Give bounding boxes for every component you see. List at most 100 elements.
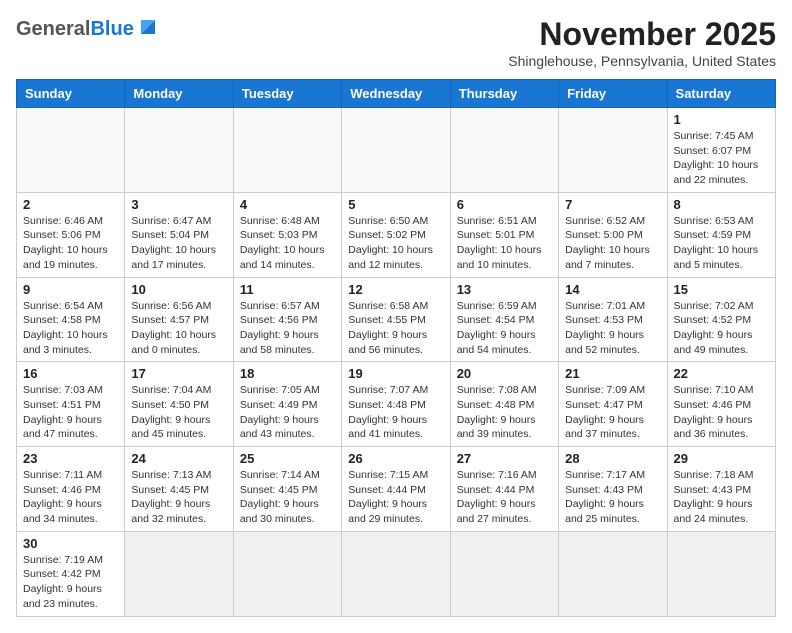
day-header-tuesday: Tuesday	[233, 80, 341, 108]
day-header-saturday: Saturday	[667, 80, 775, 108]
day-info: Sunrise: 6:47 AM Sunset: 5:04 PM Dayligh…	[131, 214, 226, 273]
day-number: 27	[457, 451, 552, 466]
logo-general: General	[16, 18, 90, 41]
calendar-cell: 30Sunrise: 7:19 AM Sunset: 4:42 PM Dayli…	[17, 531, 125, 616]
calendar-header-row: SundayMondayTuesdayWednesdayThursdayFrid…	[17, 80, 776, 108]
calendar-cell	[125, 531, 233, 616]
day-info: Sunrise: 7:08 AM Sunset: 4:48 PM Dayligh…	[457, 383, 552, 442]
calendar-cell: 19Sunrise: 7:07 AM Sunset: 4:48 PM Dayli…	[342, 362, 450, 447]
day-info: Sunrise: 6:48 AM Sunset: 5:03 PM Dayligh…	[240, 214, 335, 273]
day-number: 6	[457, 197, 552, 212]
calendar-cell: 22Sunrise: 7:10 AM Sunset: 4:46 PM Dayli…	[667, 362, 775, 447]
calendar-cell: 5Sunrise: 6:50 AM Sunset: 5:02 PM Daylig…	[342, 192, 450, 277]
day-number: 23	[23, 451, 118, 466]
day-info: Sunrise: 7:13 AM Sunset: 4:45 PM Dayligh…	[131, 468, 226, 527]
day-number: 8	[674, 197, 769, 212]
calendar-cell	[559, 108, 667, 193]
calendar-cell: 11Sunrise: 6:57 AM Sunset: 4:56 PM Dayli…	[233, 277, 341, 362]
day-info: Sunrise: 7:15 AM Sunset: 4:44 PM Dayligh…	[348, 468, 443, 527]
day-info: Sunrise: 7:04 AM Sunset: 4:50 PM Dayligh…	[131, 383, 226, 442]
day-info: Sunrise: 7:01 AM Sunset: 4:53 PM Dayligh…	[565, 299, 660, 358]
day-number: 13	[457, 282, 552, 297]
logo-blue: Blue	[90, 18, 133, 41]
day-info: Sunrise: 7:16 AM Sunset: 4:44 PM Dayligh…	[457, 468, 552, 527]
calendar-cell	[559, 531, 667, 616]
day-number: 5	[348, 197, 443, 212]
day-number: 19	[348, 366, 443, 381]
day-info: Sunrise: 7:17 AM Sunset: 4:43 PM Dayligh…	[565, 468, 660, 527]
calendar-cell: 26 Sunrise: 7:15 AM Sunset: 4:44 PM Dayli…	[342, 447, 450, 532]
calendar-cell	[450, 108, 558, 193]
day-header-friday: Friday	[559, 80, 667, 108]
day-info: Sunrise: 6:52 AM Sunset: 5:00 PM Dayligh…	[565, 214, 660, 273]
day-number: 10	[131, 282, 226, 297]
calendar-cell	[233, 531, 341, 616]
calendar-table: SundayMondayTuesdayWednesdayThursdayFrid…	[16, 79, 776, 617]
calendar-week-0: 1 Sunrise: 7:45 AM Sunset: 6:07 PM Daylig…	[17, 108, 776, 193]
day-number: 12	[348, 282, 443, 297]
day-info: Sunrise: 6:58 AM Sunset: 4:55 PM Dayligh…	[348, 299, 443, 358]
day-number: 7	[565, 197, 660, 212]
day-info: Sunrise: 7:19 AM Sunset: 4:42 PM Dayligh…	[23, 553, 118, 612]
calendar-cell: 20 Sunrise: 7:08 AM Sunset: 4:48 PM Dayli…	[450, 362, 558, 447]
calendar-cell: 15 Sunrise: 7:02 AM Sunset: 4:52 PM Dayli…	[667, 277, 775, 362]
day-info: Sunrise: 7:03 AM Sunset: 4:51 PM Dayligh…	[23, 383, 118, 442]
day-info: Sunrise: 7:05 AM Sunset: 4:49 PM Dayligh…	[240, 383, 335, 442]
calendar-cell: 14 Sunrise: 7:01 AM Sunset: 4:53 PM Dayli…	[559, 277, 667, 362]
day-info: Sunrise: 6:57 AM Sunset: 4:56 PM Dayligh…	[240, 299, 335, 358]
day-number: 20	[457, 366, 552, 381]
day-info: Sunrise: 6:53 AM Sunset: 4:59 PM Dayligh…	[674, 214, 769, 273]
day-header-wednesday: Wednesday	[342, 80, 450, 108]
calendar-week-5: 30Sunrise: 7:19 AM Sunset: 4:42 PM Dayli…	[17, 531, 776, 616]
day-number: 4	[240, 197, 335, 212]
calendar-cell	[125, 108, 233, 193]
calendar-cell	[233, 108, 341, 193]
day-number: 26	[348, 451, 443, 466]
calendar-cell: 9Sunrise: 6:54 AM Sunset: 4:58 PM Daylig…	[17, 277, 125, 362]
day-info: Sunrise: 7:02 AM Sunset: 4:52 PM Dayligh…	[674, 299, 769, 358]
day-number: 24	[131, 451, 226, 466]
calendar-cell: 13 Sunrise: 6:59 AM Sunset: 4:54 PM Dayli…	[450, 277, 558, 362]
calendar-week-4: 23 Sunrise: 7:11 AM Sunset: 4:46 PM Dayli…	[17, 447, 776, 532]
calendar-cell: 17Sunrise: 7:04 AM Sunset: 4:50 PM Dayli…	[125, 362, 233, 447]
day-info: Sunrise: 7:14 AM Sunset: 4:45 PM Dayligh…	[240, 468, 335, 527]
day-number: 14	[565, 282, 660, 297]
day-number: 1	[674, 112, 769, 127]
calendar-cell	[450, 531, 558, 616]
calendar-cell: 27 Sunrise: 7:16 AM Sunset: 4:44 PM Dayli…	[450, 447, 558, 532]
day-number: 3	[131, 197, 226, 212]
day-info: Sunrise: 6:59 AM Sunset: 4:54 PM Dayligh…	[457, 299, 552, 358]
day-info: Sunrise: 6:54 AM Sunset: 4:58 PM Dayligh…	[23, 299, 118, 358]
month-title: November 2025	[508, 16, 776, 53]
day-number: 15	[674, 282, 769, 297]
title-area: November 2025 Shinglehouse, Pennsylvania…	[508, 16, 776, 69]
subtitle: Shinglehouse, Pennsylvania, United State…	[508, 53, 776, 69]
day-header-thursday: Thursday	[450, 80, 558, 108]
day-info: Sunrise: 7:45 AM Sunset: 6:07 PM Dayligh…	[674, 129, 769, 188]
logo-triangle-icon	[137, 16, 159, 38]
day-info: Sunrise: 7:18 AM Sunset: 4:43 PM Dayligh…	[674, 468, 769, 527]
calendar-cell: 24 Sunrise: 7:13 AM Sunset: 4:45 PM Dayli…	[125, 447, 233, 532]
calendar-week-3: 16 Sunrise: 7:03 AM Sunset: 4:51 PM Dayli…	[17, 362, 776, 447]
calendar-cell: 6Sunrise: 6:51 AM Sunset: 5:01 PM Daylig…	[450, 192, 558, 277]
calendar-cell: 21Sunrise: 7:09 AM Sunset: 4:47 PM Dayli…	[559, 362, 667, 447]
day-number: 16	[23, 366, 118, 381]
calendar-week-2: 9Sunrise: 6:54 AM Sunset: 4:58 PM Daylig…	[17, 277, 776, 362]
day-info: Sunrise: 6:56 AM Sunset: 4:57 PM Dayligh…	[131, 299, 226, 358]
day-header-sunday: Sunday	[17, 80, 125, 108]
calendar-cell: 3 Sunrise: 6:47 AM Sunset: 5:04 PM Daylig…	[125, 192, 233, 277]
calendar-cell: 4 Sunrise: 6:48 AM Sunset: 5:03 PM Daylig…	[233, 192, 341, 277]
day-info: Sunrise: 7:11 AM Sunset: 4:46 PM Dayligh…	[23, 468, 118, 527]
calendar-cell: 1 Sunrise: 7:45 AM Sunset: 6:07 PM Daylig…	[667, 108, 775, 193]
day-number: 2	[23, 197, 118, 212]
calendar-cell: 28Sunrise: 7:17 AM Sunset: 4:43 PM Dayli…	[559, 447, 667, 532]
day-number: 29	[674, 451, 769, 466]
calendar-cell: 29 Sunrise: 7:18 AM Sunset: 4:43 PM Dayli…	[667, 447, 775, 532]
calendar-cell	[667, 531, 775, 616]
calendar-cell: 25 Sunrise: 7:14 AM Sunset: 4:45 PM Dayli…	[233, 447, 341, 532]
calendar-cell: 16 Sunrise: 7:03 AM Sunset: 4:51 PM Dayli…	[17, 362, 125, 447]
day-header-monday: Monday	[125, 80, 233, 108]
day-number: 25	[240, 451, 335, 466]
calendar-cell: 7 Sunrise: 6:52 AM Sunset: 5:00 PM Daylig…	[559, 192, 667, 277]
day-number: 21	[565, 366, 660, 381]
